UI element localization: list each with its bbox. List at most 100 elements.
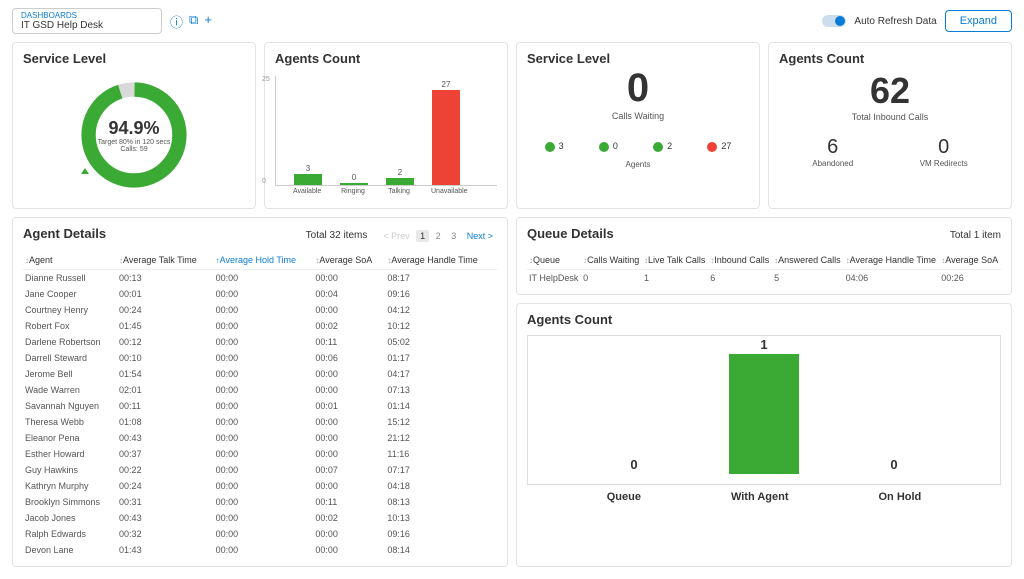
info-icon[interactable]: ⓘ <box>170 12 183 31</box>
x-label: On Hold <box>879 491 922 503</box>
column-header[interactable]: Average SoA <box>939 251 1001 270</box>
cell: 00:00 <box>313 542 385 558</box>
bar-value: 1 <box>760 337 767 352</box>
agents-count-kpi-card: Agents Count 62 Total Inbound Calls 6 Ab… <box>768 42 1012 209</box>
cell: 10:13 <box>385 510 497 526</box>
queue-details-table: QueueCalls WaitingLive Talk CallsInbound… <box>527 251 1001 286</box>
x-label: Unavailable <box>431 188 459 195</box>
pager-page-1[interactable]: 1 <box>416 230 429 242</box>
auto-refresh-toggle[interactable] <box>822 15 846 27</box>
column-header[interactable]: Average SoA <box>313 251 385 270</box>
pager-prev[interactable]: < Prev <box>379 230 413 242</box>
cell: 04:17 <box>385 366 497 382</box>
queue-x-labels: QueueWith AgentOn Hold <box>527 491 1001 503</box>
cell: 00:00 <box>214 286 314 302</box>
bar-col: 0 <box>859 457 929 474</box>
cell: 00:00 <box>214 398 314 414</box>
pager-page-2[interactable]: 2 <box>432 230 445 242</box>
column-header[interactable]: Inbound Calls <box>708 251 772 270</box>
cell: 08:17 <box>385 270 497 287</box>
legend-item: 27 <box>707 141 731 152</box>
cell: Devon Lane <box>23 542 117 558</box>
cell: 08:14 <box>385 542 497 558</box>
cell: 00:11 <box>313 494 385 510</box>
x-labels: AvailableRingingTalkingUnavailable <box>275 188 497 195</box>
column-header[interactable]: Average Handle Time <box>385 251 497 270</box>
legend-item: 3 <box>545 141 564 152</box>
pager-page-3[interactable]: 3 <box>447 230 460 242</box>
bar-value: 27 <box>442 80 451 89</box>
total-items-label: Total 32 items <box>306 230 368 241</box>
column-header[interactable]: Calls Waiting <box>581 251 642 270</box>
bar <box>432 90 460 185</box>
expand-button[interactable]: Expand <box>945 10 1012 32</box>
column-header[interactable]: Average Handle Time <box>844 251 940 270</box>
cell: 04:06 <box>844 270 940 287</box>
table-row: Guy Hawkins00:2200:0000:0707:17 <box>23 462 497 478</box>
cell: 00:00 <box>313 382 385 398</box>
column-header[interactable]: Queue <box>527 251 581 270</box>
cell: 01:08 <box>117 414 214 430</box>
card-title: Agents Count <box>527 312 1001 327</box>
cell: 00:00 <box>313 366 385 382</box>
column-header[interactable]: Average Hold Time <box>214 251 314 270</box>
agent-details-table: AgentAverage Talk TimeAverage Hold TimeA… <box>23 251 497 558</box>
y-axis: 25 0 <box>262 76 270 185</box>
cell: Jerome Bell <box>23 366 117 382</box>
cell: 00:11 <box>313 334 385 350</box>
table-row: Theresa Webb01:0800:0000:0015:12 <box>23 414 497 430</box>
queue-agents-chart-card: Agents Count 010 QueueWith AgentOn Hold <box>516 303 1012 567</box>
cell: 04:18 <box>385 478 497 494</box>
add-icon[interactable]: + <box>204 12 212 31</box>
cell: 01:17 <box>385 350 497 366</box>
cell: 00:06 <box>313 350 385 366</box>
cell: 00:00 <box>214 430 314 446</box>
cell: 00:12 <box>117 334 214 350</box>
column-header[interactable]: Agent <box>23 251 117 270</box>
cell: 15:12 <box>385 414 497 430</box>
calls-waiting-label: Calls Waiting <box>527 111 749 121</box>
cell: 00:00 <box>214 478 314 494</box>
column-header[interactable]: Average Talk Time <box>117 251 214 270</box>
cell: 02:01 <box>117 382 214 398</box>
column-header[interactable]: Answered Calls <box>772 251 843 270</box>
legend-dot-icon <box>599 142 609 152</box>
cell: 00:43 <box>117 430 214 446</box>
bar-col: 2 <box>386 168 414 185</box>
cell: 00:22 <box>117 462 214 478</box>
bar-value: 3 <box>306 164 310 173</box>
dashboard-selector[interactable]: DASHBOARDS IT GSD Help Desk <box>12 8 162 34</box>
cell: 07:13 <box>385 382 497 398</box>
cell: Jane Cooper <box>23 286 117 302</box>
x-label: Talking <box>385 188 413 195</box>
cell: 00:24 <box>117 302 214 318</box>
copy-icon[interactable]: ⧉ <box>189 12 198 31</box>
column-header[interactable]: Live Talk Calls <box>642 251 708 270</box>
cell: Kathryn Murphy <box>23 478 117 494</box>
bar <box>729 354 799 474</box>
cell: Eleanor Pena <box>23 430 117 446</box>
cell: 09:16 <box>385 286 497 302</box>
service-level-gauge-card: Service Level 94.9% Target 80% in 120 se… <box>12 42 256 209</box>
bar <box>340 183 368 185</box>
x-label: With Agent <box>731 491 789 503</box>
legend-dot-icon <box>653 142 663 152</box>
donut-chart: 94.9% Target 80% in 120 secs Calls: 59 <box>23 70 245 200</box>
cell: Jacob Jones <box>23 510 117 526</box>
table-row: Jerome Bell01:5400:0000:0004:17 <box>23 366 497 382</box>
cell: 00:32 <box>117 526 214 542</box>
cell: Darrell Steward <box>23 350 117 366</box>
legend-dot-icon <box>707 142 717 152</box>
cell: 00:13 <box>117 270 214 287</box>
cell: 00:02 <box>313 510 385 526</box>
legend-item: 0 <box>599 141 618 152</box>
cell: 00:02 <box>313 318 385 334</box>
table-row: Wade Warren02:0100:0000:0007:13 <box>23 382 497 398</box>
x-label: Ringing <box>339 188 367 195</box>
abandoned-stat: 6 Abandoned <box>812 136 853 168</box>
bar-col: 0 <box>340 173 368 185</box>
selector-value: IT GSD Help Desk <box>21 20 153 31</box>
cell: 21:12 <box>385 430 497 446</box>
pager-next[interactable]: Next > <box>463 230 497 242</box>
cell: 00:07 <box>313 462 385 478</box>
